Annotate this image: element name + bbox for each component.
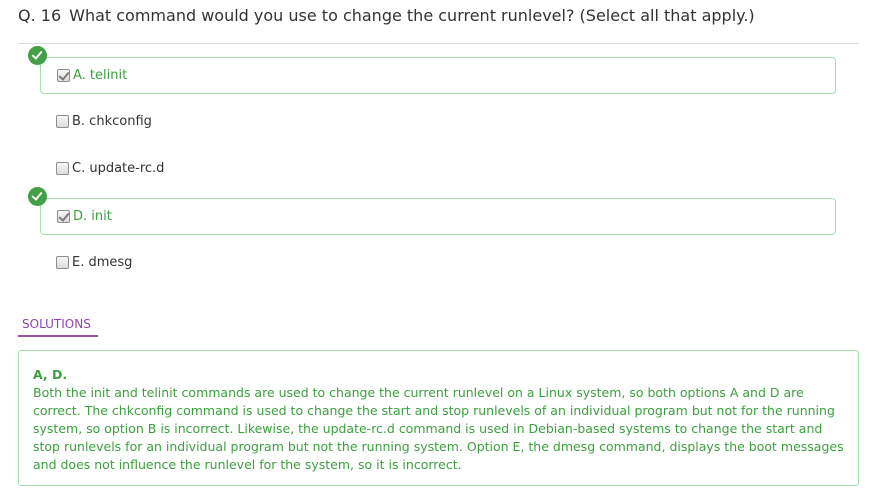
option-c-checkbox[interactable] xyxy=(56,162,69,175)
option-a-label: A. telinit xyxy=(73,68,128,83)
option-b-label: B. chkconfig xyxy=(72,114,152,129)
solutions-tab[interactable]: SOLUTIONS xyxy=(18,316,98,337)
header-divider xyxy=(18,43,859,44)
option-d-checkbox[interactable] xyxy=(57,210,70,223)
question-number: Q. 16 xyxy=(18,6,62,25)
option-e-label: E. dmesg xyxy=(72,255,133,270)
question-page: Q. 16 What command would you use to chang… xyxy=(0,0,872,495)
option-c[interactable]: C. update-rc.d xyxy=(40,151,836,188)
check-circle-icon xyxy=(28,187,47,206)
checkmark-icon xyxy=(58,210,70,222)
question-header: Q. 16 What command would you use to chang… xyxy=(18,6,755,25)
solution-answer: A, D. xyxy=(33,367,68,382)
checkmark-icon xyxy=(58,69,70,81)
option-b[interactable]: B. chkconfig xyxy=(40,104,836,141)
solution-explanation: Both the init and telinit commands are u… xyxy=(33,385,844,472)
option-a[interactable]: A. telinit xyxy=(28,46,836,94)
solution-panel: A, D. Both the init and telinit commands… xyxy=(18,350,859,486)
option-a-checkbox[interactable] xyxy=(57,69,70,82)
check-circle-icon xyxy=(28,46,47,65)
option-b-checkbox[interactable] xyxy=(56,115,69,128)
option-e-checkbox[interactable] xyxy=(56,256,69,269)
option-d-label: D. init xyxy=(73,209,112,224)
option-c-label: C. update-rc.d xyxy=(72,161,165,176)
question-text: What command would you use to change the… xyxy=(69,6,755,25)
option-e[interactable]: E. dmesg xyxy=(40,245,836,282)
option-d[interactable]: D. init xyxy=(28,187,836,235)
